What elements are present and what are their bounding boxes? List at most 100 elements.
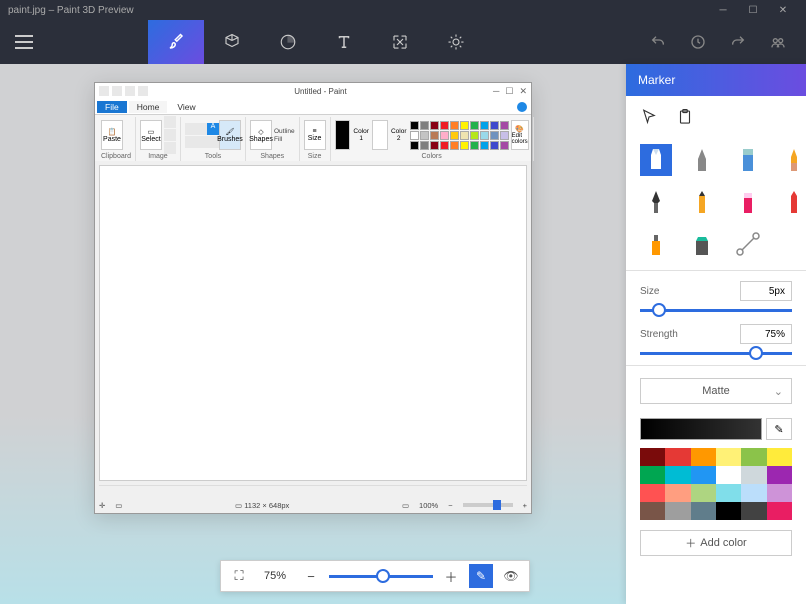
mspaint-tab-file[interactable]: File	[97, 101, 127, 113]
ribbon-color-swatch[interactable]	[500, 131, 509, 140]
edit-mode-button[interactable]: ✎	[469, 564, 493, 588]
mspaint-color1-button[interactable]	[335, 120, 351, 150]
ribbon-color-swatch[interactable]	[490, 121, 499, 130]
ribbon-color-swatch[interactable]	[430, 121, 439, 130]
palette-swatch[interactable]	[640, 484, 665, 502]
ribbon-color-swatch[interactable]	[410, 141, 419, 150]
ribbon-color-swatch[interactable]	[440, 121, 449, 130]
ribbon-color-swatch[interactable]	[430, 141, 439, 150]
fit-screen-button[interactable]: ⛶	[227, 564, 251, 588]
brush-calligraphy[interactable]	[686, 144, 718, 176]
ribbon-color-swatch[interactable]	[430, 131, 439, 140]
brush-watercolor[interactable]	[778, 144, 806, 176]
strength-input[interactable]	[740, 324, 792, 344]
mspaint-brushes-button[interactable]: 🖌Brushes	[219, 120, 241, 150]
mspaint-paste-button[interactable]: 📋Paste	[101, 120, 123, 150]
ribbon-color-swatch[interactable]	[410, 131, 419, 140]
ribbon-color-swatch[interactable]	[440, 131, 449, 140]
palette-swatch[interactable]	[716, 466, 741, 484]
view-mode-button[interactable]: 👁	[499, 564, 523, 588]
brush-pen[interactable]	[640, 186, 672, 218]
palette-swatch[interactable]	[741, 484, 766, 502]
palette-swatch[interactable]	[741, 466, 766, 484]
hamburger-menu[interactable]	[0, 20, 48, 64]
ribbon-color-swatch[interactable]	[420, 121, 429, 130]
palette-swatch[interactable]	[691, 484, 716, 502]
mspaint-min-icon[interactable]: ─	[493, 86, 499, 97]
palette-swatch[interactable]	[741, 448, 766, 466]
size-input[interactable]	[740, 281, 792, 301]
mspaint-outline-button[interactable]: Outline	[274, 128, 295, 135]
palette-swatch[interactable]	[691, 466, 716, 484]
ribbon-color-swatch[interactable]	[470, 121, 479, 130]
effects-tab[interactable]	[428, 20, 484, 64]
mspaint-zoom-in[interactable]: +	[523, 501, 527, 510]
brush-eraser[interactable]	[732, 186, 764, 218]
finish-dropdown[interactable]: Matte	[640, 378, 792, 404]
brush-fill[interactable]	[686, 228, 718, 260]
mspaint-shapes-button[interactable]: ◇Shapes	[250, 120, 272, 150]
palette-swatch[interactable]	[640, 466, 665, 484]
brushes-tab[interactable]	[148, 20, 204, 64]
ribbon-color-swatch[interactable]	[460, 141, 469, 150]
palette-swatch[interactable]	[691, 448, 716, 466]
palette-swatch[interactable]	[716, 502, 741, 520]
clipboard-button[interactable]	[674, 106, 696, 128]
zoom-out-button[interactable]: −	[299, 564, 323, 588]
mspaint-canvas[interactable]	[99, 165, 527, 481]
ribbon-color-swatch[interactable]	[460, 131, 469, 140]
ribbon-color-swatch[interactable]	[500, 121, 509, 130]
palette-swatch[interactable]	[691, 502, 716, 520]
palette-swatch[interactable]	[665, 502, 690, 520]
palette-swatch[interactable]	[665, 466, 690, 484]
ribbon-color-swatch[interactable]	[450, 121, 459, 130]
brush-crayon[interactable]	[778, 186, 806, 218]
ribbon-color-swatch[interactable]	[420, 131, 429, 140]
palette-swatch[interactable]	[716, 484, 741, 502]
minimize-button[interactable]: ─	[708, 5, 738, 16]
ribbon-color-swatch[interactable]	[450, 141, 459, 150]
palette-swatch[interactable]	[640, 502, 665, 520]
palette-swatch[interactable]	[767, 448, 792, 466]
mspaint-select-button[interactable]: ▭Select	[140, 120, 162, 150]
mspaint-crop-button[interactable]	[164, 116, 176, 128]
history-button[interactable]	[678, 20, 718, 64]
brush-marker[interactable]	[640, 144, 672, 176]
stickers-tab[interactable]	[260, 20, 316, 64]
brush-line[interactable]	[732, 228, 764, 260]
mspaint-tab-home[interactable]: Home	[129, 101, 168, 113]
ribbon-color-swatch[interactable]	[470, 141, 479, 150]
mspaint-zoom-out[interactable]: −	[448, 501, 452, 510]
mspaint-fill-button[interactable]: Fill	[274, 136, 295, 143]
text-tab[interactable]	[316, 20, 372, 64]
ribbon-color-swatch[interactable]	[410, 121, 419, 130]
mspaint-resize-button[interactable]	[164, 129, 176, 141]
ribbon-color-swatch[interactable]	[470, 131, 479, 140]
mspaint-editcolors-button[interactable]: 🎨Edit colors	[511, 120, 529, 150]
maximize-button[interactable]: ☐	[738, 5, 768, 16]
canvas-tab[interactable]	[372, 20, 428, 64]
eyedropper-button[interactable]: ✎	[766, 418, 792, 440]
select-tool-button[interactable]	[638, 106, 660, 128]
brush-spray[interactable]	[640, 228, 672, 260]
mspaint-max-icon[interactable]: ☐	[505, 86, 513, 97]
ribbon-color-swatch[interactable]	[480, 121, 489, 130]
mspaint-color2-button[interactable]	[372, 120, 388, 150]
zoom-in-button[interactable]: ＋	[439, 564, 463, 588]
palette-swatch[interactable]	[640, 448, 665, 466]
brush-pencil[interactable]	[686, 186, 718, 218]
add-color-button[interactable]: ＋Add color	[640, 530, 792, 556]
brush-oil[interactable]	[732, 144, 764, 176]
zoom-slider[interactable]	[329, 575, 433, 578]
ribbon-color-swatch[interactable]	[480, 141, 489, 150]
ribbon-color-swatch[interactable]	[480, 131, 489, 140]
palette-swatch[interactable]	[767, 502, 792, 520]
palette-swatch[interactable]	[665, 484, 690, 502]
mspaint-zoom-slider[interactable]	[463, 503, 513, 507]
ribbon-color-swatch[interactable]	[490, 131, 499, 140]
current-color-swatch[interactable]	[640, 418, 762, 440]
palette-swatch[interactable]	[716, 448, 741, 466]
close-button[interactable]: ✕	[768, 5, 798, 16]
mspaint-text-tool[interactable]: A	[207, 123, 219, 135]
ribbon-color-swatch[interactable]	[500, 141, 509, 150]
